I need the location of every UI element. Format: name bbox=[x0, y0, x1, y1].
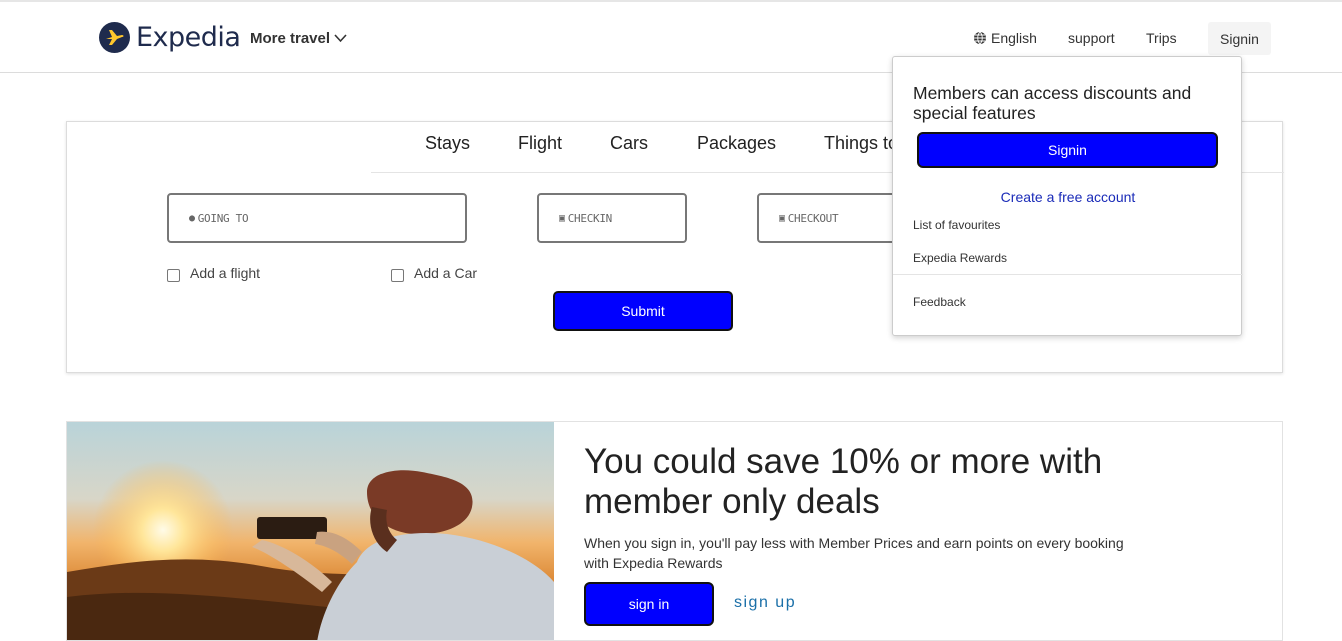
going-to-input[interactable]: ● GOING TO bbox=[167, 193, 467, 243]
tab-flight[interactable]: Flight bbox=[518, 133, 562, 154]
checkout-placeholder: CHECKOUT bbox=[787, 211, 839, 225]
trips-link[interactable]: Trips bbox=[1146, 30, 1177, 46]
dropdown-divider bbox=[893, 274, 1243, 275]
expedia-logo[interactable]: Expedia bbox=[99, 22, 241, 53]
checkin-placeholder: CHECKIN bbox=[567, 211, 613, 225]
add-flight-checkbox[interactable]: Add a flight bbox=[167, 264, 260, 282]
header-signin-button[interactable]: Signin bbox=[1208, 22, 1271, 55]
signin-dropdown: Members can access discounts and special… bbox=[892, 56, 1243, 336]
plane-logo-icon bbox=[99, 22, 130, 53]
submit-button[interactable]: Submit bbox=[553, 291, 733, 331]
member-deals-promo: You could save 10% or more with member o… bbox=[66, 421, 1283, 641]
tab-stays[interactable]: Stays bbox=[425, 133, 470, 154]
calendar-icon: ▣ bbox=[779, 212, 785, 224]
going-to-placeholder: GOING TO bbox=[197, 211, 249, 225]
checkbox-box[interactable] bbox=[391, 269, 404, 282]
create-account-link[interactable]: Create a free account bbox=[893, 189, 1243, 205]
add-flight-label: Add a flight bbox=[190, 265, 261, 281]
feedback-link[interactable]: Feedback bbox=[913, 295, 966, 309]
add-car-checkbox[interactable]: Add a Car bbox=[391, 264, 477, 282]
support-link[interactable]: support bbox=[1068, 30, 1115, 46]
calendar-icon: ▣ bbox=[559, 212, 565, 224]
add-car-label: Add a Car bbox=[414, 265, 478, 281]
checkout-input[interactable]: ▣ CHECKOUT bbox=[757, 193, 907, 243]
more-travel-label: More travel bbox=[250, 30, 331, 47]
favourites-link[interactable]: List of favourites bbox=[913, 218, 1000, 232]
tab-cars[interactable]: Cars bbox=[610, 133, 648, 154]
rewards-link[interactable]: Expedia Rewards bbox=[913, 251, 1007, 265]
sunset-photo bbox=[67, 422, 554, 640]
dropdown-signin-button[interactable]: Signin bbox=[917, 132, 1218, 168]
language-label: English bbox=[991, 30, 1037, 46]
chevron-down-icon bbox=[334, 34, 347, 43]
more-travel-menu[interactable]: More travel bbox=[250, 30, 347, 47]
checkin-input[interactable]: ▣ CHECKIN bbox=[537, 193, 687, 243]
map-pin-icon: ● bbox=[189, 212, 195, 224]
promo-signin-button[interactable]: sign in bbox=[584, 582, 714, 626]
language-selector[interactable]: English bbox=[973, 30, 1037, 46]
dropdown-title: Members can access discounts and special… bbox=[913, 83, 1192, 123]
promo-title: You could save 10% or more with member o… bbox=[584, 442, 1103, 521]
promo-subtitle: When you sign in, you'll pay less with M… bbox=[584, 535, 1124, 571]
checkbox-box[interactable] bbox=[167, 269, 180, 282]
promo-signup-link[interactable]: sign up bbox=[734, 594, 796, 612]
brand-name: Expedia bbox=[136, 22, 241, 53]
globe-icon bbox=[974, 31, 986, 45]
tab-packages[interactable]: Packages bbox=[697, 133, 776, 154]
